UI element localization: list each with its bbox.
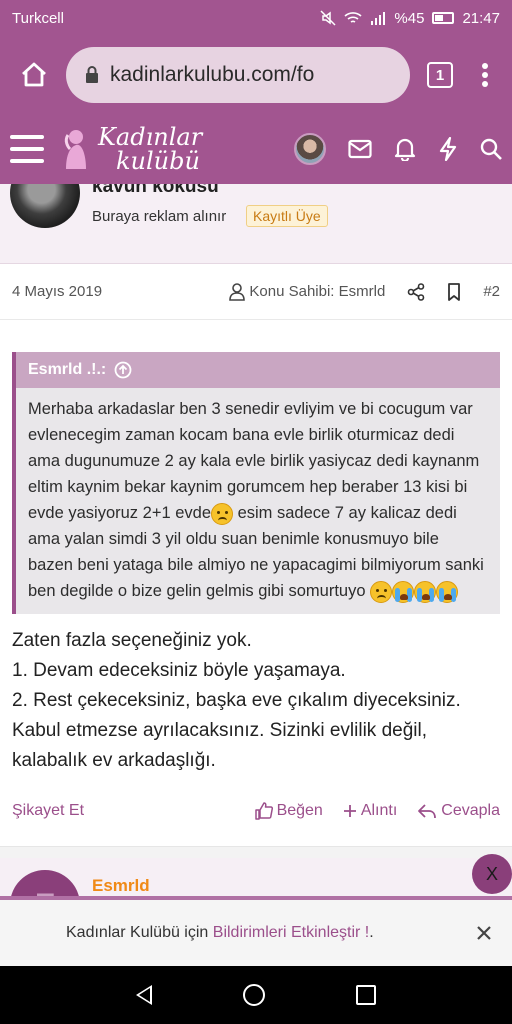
plus-icon bbox=[343, 805, 356, 817]
quote-button[interactable]: Alıntı bbox=[343, 802, 397, 820]
thread-owner: Konu Sahibi: Esmrld bbox=[229, 282, 386, 301]
frowning-face-icon bbox=[211, 502, 233, 525]
system-navigation-bar bbox=[0, 966, 512, 1024]
logo-woman-icon bbox=[64, 130, 86, 169]
notification-banner: Kadınlar Kulübü için Bildirimleri Etkinl… bbox=[0, 896, 512, 966]
browser-toolbar: kadinlarkulubu.com/fo 1 bbox=[0, 36, 512, 114]
lock-icon bbox=[86, 66, 98, 83]
url-text: kadinlarkulubu.com/fo bbox=[110, 63, 315, 86]
reply-arrow-icon bbox=[418, 804, 437, 819]
arrow-up-circle-icon[interactable] bbox=[114, 361, 132, 379]
lightning-icon[interactable] bbox=[438, 137, 458, 161]
enable-notifications-link[interactable]: Bildirimleri Etkinleştir ! bbox=[213, 924, 369, 941]
status-bar: Turkcell %45 21:47 bbox=[0, 0, 512, 36]
author-avatar[interactable] bbox=[10, 184, 80, 228]
hamburger-menu-icon[interactable] bbox=[10, 135, 44, 163]
member-badge: Kayıtlı Üye bbox=[246, 205, 328, 227]
home-icon bbox=[22, 62, 46, 87]
notification-text: Kadınlar Kulübü için Bildirimleri Etkinl… bbox=[66, 924, 472, 942]
crying-face-icon bbox=[436, 580, 459, 603]
close-ad-button[interactable]: X bbox=[472, 854, 512, 894]
bookmark-icon bbox=[448, 282, 461, 301]
post-line: 2. Rest çekeceksiniz, başka eve çıkalım … bbox=[12, 690, 461, 771]
quote-header[interactable]: Esmrld .!.: bbox=[16, 352, 500, 388]
reply-button[interactable]: Cevapla bbox=[417, 802, 500, 820]
notification-prefix: Kadınlar Kulübü için bbox=[66, 924, 213, 941]
share-icon bbox=[408, 282, 425, 301]
crying-face-icon bbox=[414, 580, 437, 603]
post-actions: Şikayet Et Beğen Alıntı Cevapla bbox=[0, 786, 512, 836]
bell-icon[interactable] bbox=[394, 137, 416, 161]
reply-label: Cevapla bbox=[441, 802, 500, 819]
brand-line-2: kulübü bbox=[116, 147, 200, 175]
wifi-icon bbox=[344, 12, 362, 23]
thread-owner-label: Konu Sahibi: Esmrld bbox=[249, 283, 386, 300]
post-line: 1. Devam edeceksiniz böyle yaşamaya. bbox=[12, 660, 346, 681]
carrier-label: Turkcell bbox=[12, 9, 64, 27]
brand-line-1: Kadınlar bbox=[98, 123, 203, 151]
frowning-face-icon bbox=[370, 580, 393, 603]
thumbs-up-icon bbox=[254, 802, 273, 820]
next-post-author-strip: E Esmrld bbox=[0, 858, 512, 896]
quote-label: Alıntı bbox=[360, 802, 398, 819]
browser-menu-button[interactable] bbox=[470, 53, 500, 97]
report-button[interactable]: Şikayet Et bbox=[12, 802, 235, 820]
quote-author: Esmrld .!.: bbox=[28, 361, 107, 378]
battery-percent: %45 bbox=[394, 9, 425, 27]
thread-content: kavun kokusu Buraya reklam alınır Kayıtl… bbox=[0, 184, 512, 896]
status-icons: %45 21:47 bbox=[320, 10, 500, 27]
home-circle-icon[interactable] bbox=[242, 984, 265, 1006]
header-actions bbox=[294, 133, 502, 165]
author-title: Buraya reklam alınır bbox=[92, 208, 227, 225]
next-author-name[interactable]: Esmrld bbox=[92, 876, 150, 896]
post-body: Zaten fazla seçeneğiniz yok. 1. Devam ed… bbox=[0, 614, 512, 776]
mail-icon[interactable] bbox=[348, 139, 372, 159]
notification-suffix: . bbox=[369, 924, 374, 941]
post-number[interactable]: #2 bbox=[483, 283, 500, 300]
author-name[interactable]: kavun kokusu bbox=[92, 184, 219, 198]
back-icon[interactable] bbox=[135, 985, 152, 1005]
close-icon[interactable] bbox=[472, 925, 496, 941]
tab-switcher-button[interactable]: 1 bbox=[420, 53, 460, 97]
battery-icon bbox=[432, 12, 455, 24]
recent-apps-icon[interactable] bbox=[356, 985, 377, 1005]
more-vertical-icon bbox=[482, 63, 488, 87]
quote-block: Esmrld .!.: Merhaba arkadaslar ben 3 sen… bbox=[12, 352, 500, 614]
share-button[interactable] bbox=[407, 282, 425, 301]
site-logo[interactable]: Kadınlar kulübü bbox=[58, 125, 202, 173]
crying-face-icon bbox=[392, 580, 415, 603]
account-avatar[interactable] bbox=[294, 133, 326, 165]
mute-icon bbox=[320, 10, 336, 26]
post-date[interactable]: 4 Mayıs 2019 bbox=[12, 283, 229, 300]
search-icon[interactable] bbox=[480, 138, 502, 160]
like-button[interactable]: Beğen bbox=[254, 802, 323, 820]
post-line: Zaten fazla seçeneğiniz yok. bbox=[12, 630, 252, 651]
post-divider bbox=[0, 846, 512, 858]
signal-icon bbox=[371, 12, 386, 25]
site-header: Kadınlar kulübü bbox=[0, 114, 512, 184]
address-bar[interactable]: kadinlarkulubu.com/fo bbox=[66, 47, 410, 103]
post-meta-bar: 4 Mayıs 2019 Konu Sahibi: Esmrld #2 bbox=[0, 264, 512, 320]
quote-body: Merhaba arkadaslar ben 3 senedir evliyim… bbox=[16, 388, 500, 614]
next-author-avatar[interactable]: E bbox=[10, 870, 80, 896]
like-label: Beğen bbox=[276, 802, 323, 819]
tab-count: 1 bbox=[427, 62, 453, 88]
user-icon bbox=[229, 282, 246, 301]
home-button[interactable] bbox=[12, 53, 56, 97]
post-author-strip: kavun kokusu Buraya reklam alınır Kayıtl… bbox=[0, 184, 512, 264]
bookmark-button[interactable] bbox=[447, 282, 461, 301]
clock: 21:47 bbox=[462, 9, 500, 27]
